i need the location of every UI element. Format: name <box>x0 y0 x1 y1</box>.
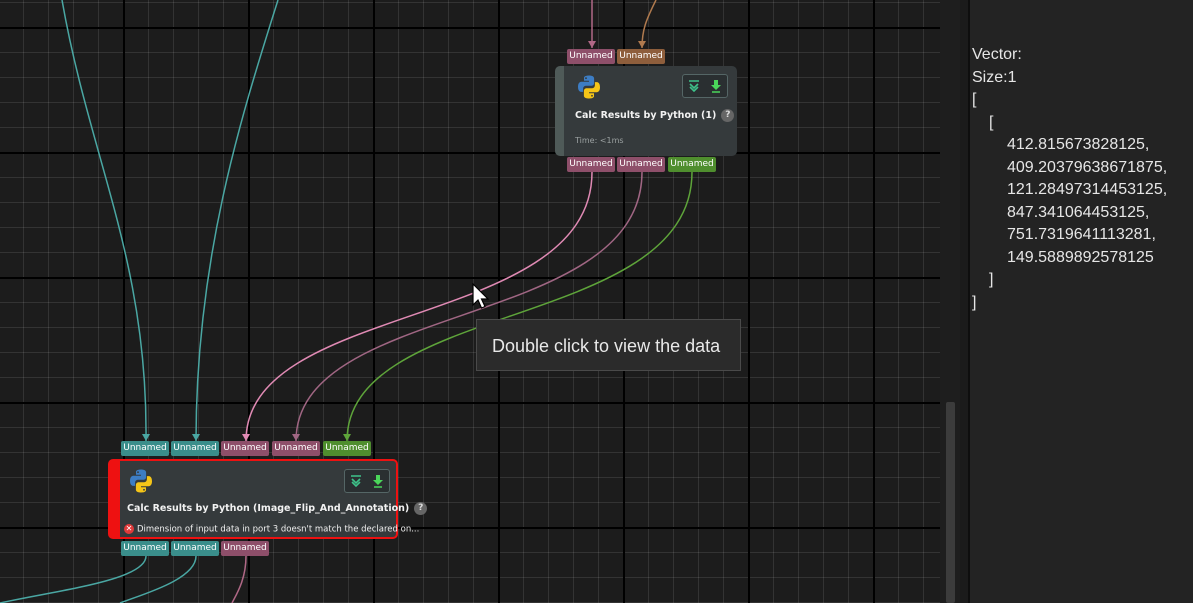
node1-output-port-2[interactable]: Unnamed <box>617 157 665 172</box>
outer-bracket-close: ] <box>972 293 977 311</box>
python-node-image-flip-annotation[interactable]: Calc Results by Python (Image_Flip_And_A… <box>108 459 428 539</box>
inner-bracket-open: [ <box>989 113 994 131</box>
node2-input-port-2[interactable]: Unnamed <box>171 441 219 456</box>
view-data-tooltip: Double click to view the data <box>476 319 741 371</box>
node2-input-port-5[interactable]: Unnamed <box>323 441 371 456</box>
node2-output-port-1[interactable]: Unnamed <box>121 541 169 556</box>
python-logo-icon <box>130 469 152 493</box>
node2-input-port-1[interactable]: Unnamed <box>121 441 169 456</box>
wire-mauve-main <box>295 171 643 442</box>
node2-error-row: ✕ Dimension of input data in port 3 doesn… <box>124 524 419 535</box>
wire-teal-2 <box>195 0 279 442</box>
node2-title-row: Calc Results by Python (Image_Flip_And_A… <box>127 502 428 515</box>
outer-bracket-open: [ <box>972 91 977 108</box>
vector-value: 121.28497314453125, <box>1007 181 1168 198</box>
help-icon[interactable]: ? <box>414 502 428 515</box>
node1-toolbar <box>682 74 728 98</box>
wire-teal-out-1 <box>0 555 147 603</box>
python-logo-icon <box>578 75 600 99</box>
node1-input-port-1[interactable]: Unnamed <box>567 49 615 64</box>
node1-output-port-1[interactable]: Unnamed <box>567 157 615 172</box>
wire-green-main <box>346 171 693 442</box>
python-node-calc-results-1[interactable]: Calc Results by Python (1)? Time: <1ms <box>555 66 737 156</box>
wire-pink-main <box>245 171 593 442</box>
collapse-icon[interactable] <box>348 473 364 489</box>
error-icon: ✕ <box>124 524 134 534</box>
collapse-icon[interactable] <box>686 78 702 94</box>
node1-output-port-3[interactable]: Unnamed <box>668 157 716 172</box>
node1-title: Calc Results by Python (1) <box>575 110 717 121</box>
data-viewer-panel: Vector: Size:1 [ [ 412.815673828125, 409… <box>968 0 1193 603</box>
vector-value: 149.5889892578125 <box>1007 248 1154 266</box>
node2-error-message: Dimension of input data in port 3 doesn'… <box>137 524 420 535</box>
vector-value: 412.815673828125, <box>1007 136 1150 153</box>
wire-teal-1 <box>61 0 147 442</box>
node2-input-port-4[interactable]: Unnamed <box>272 441 320 456</box>
node-graph-canvas[interactable]: Unnamed Unnamed Calc Results by Python (… <box>0 0 940 603</box>
node2-input-port-3[interactable]: Unnamed <box>221 441 269 456</box>
vector-size-label: Size:1 <box>972 68 1017 86</box>
node2-toolbar <box>344 469 390 493</box>
node1-input-port-2[interactable]: Unnamed <box>617 49 665 64</box>
run-to-here-icon[interactable] <box>370 473 386 489</box>
wire-mauve-out <box>231 555 247 603</box>
vector-value: 751.7319641113281, <box>1007 226 1156 243</box>
vector-value: 847.341064453125, <box>1007 203 1150 221</box>
help-icon[interactable]: ? <box>721 109 735 122</box>
node2-output-port-2[interactable]: Unnamed <box>171 541 219 556</box>
node2-title: Calc Results by Python (Image_Flip_And_A… <box>127 503 410 514</box>
node2-output-port-3[interactable]: Unnamed <box>221 541 269 556</box>
vector-data-view: Vector: Size:1 [ [ 412.815673828125, 409… <box>972 44 1167 314</box>
node1-title-row: Calc Results by Python (1)? <box>575 109 735 122</box>
node1-time: Time: <1ms <box>575 136 624 145</box>
vector-type-label: Vector: <box>972 46 1022 63</box>
wire-brown-top <box>641 0 657 49</box>
scrollbar-thumb[interactable] <box>946 402 955 603</box>
wire-teal-out-2 <box>119 555 197 603</box>
vector-value: 409.20379638671875, <box>1007 158 1168 176</box>
run-to-here-icon[interactable] <box>708 78 724 94</box>
mouse-cursor-icon <box>472 283 490 309</box>
inner-bracket-close: ] <box>989 271 994 288</box>
